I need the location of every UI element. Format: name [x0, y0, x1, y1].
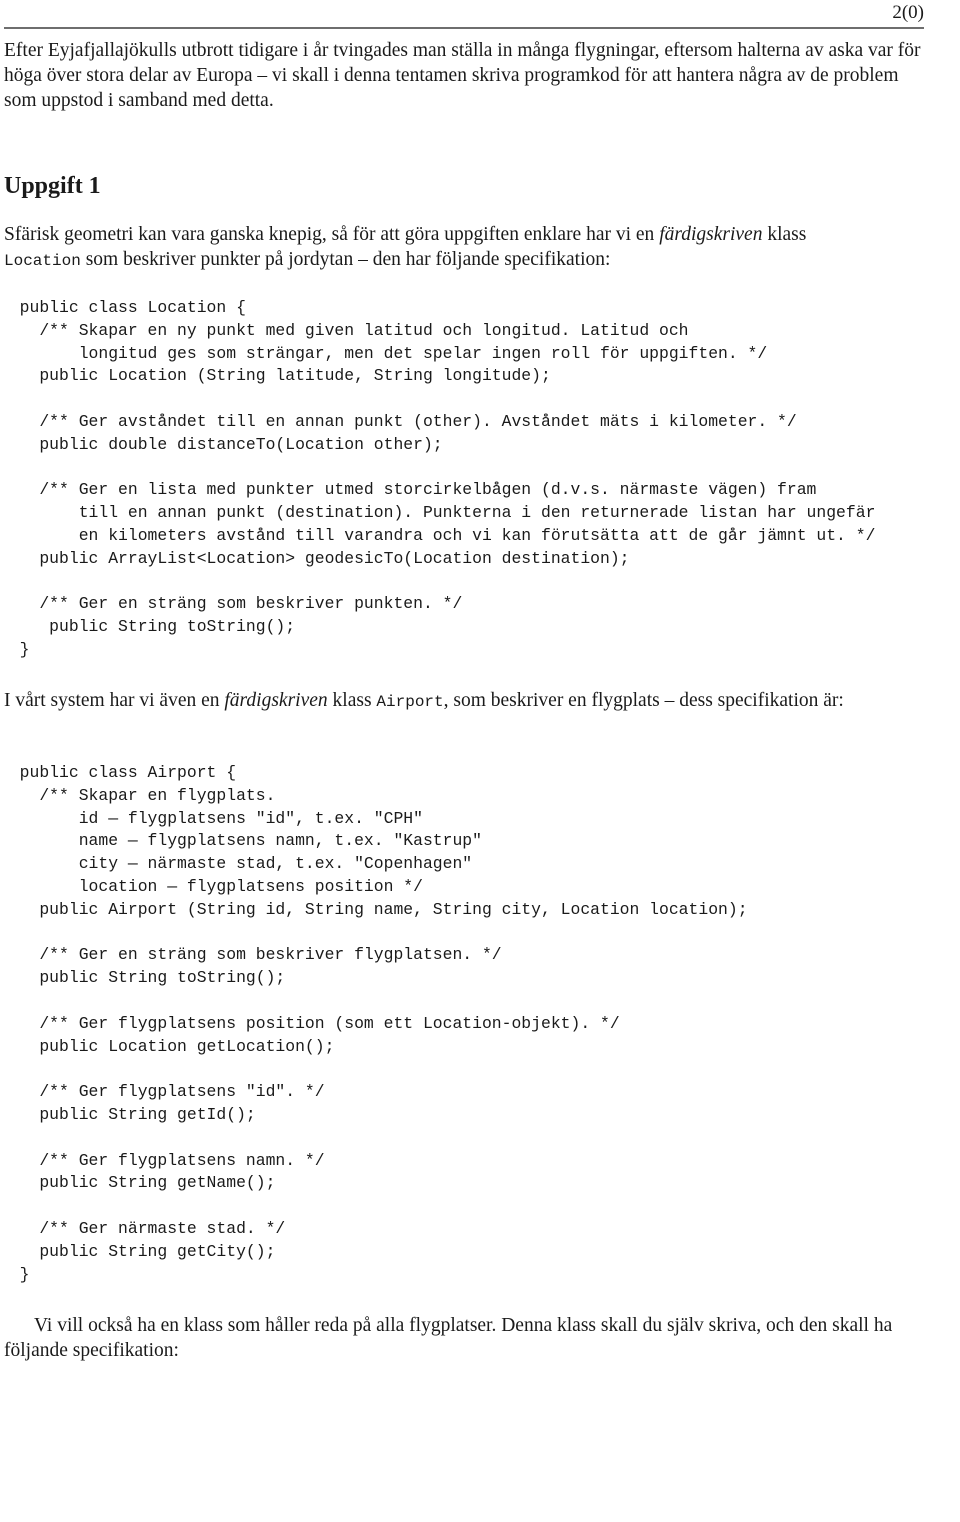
code-line: public String toString();	[0, 968, 286, 988]
text: klass	[762, 224, 807, 245]
code-line: name — flygplatsens namn, t.ex. "Kastrup…	[0, 831, 482, 851]
code-line: }	[0, 1264, 30, 1284]
code-line: public ArrayList<Location> geodesicTo(Lo…	[0, 548, 630, 568]
code-line: /** Ger en sträng som beskriver punkten.…	[0, 594, 463, 614]
code-line: city — närmaste stad, t.ex. "Copenhagen"	[0, 854, 473, 874]
code-line: public Airport (String id, String name, …	[0, 899, 748, 919]
code-line: public String getCity();	[0, 1241, 276, 1261]
emphasis: färdigskriven	[224, 690, 328, 711]
code-line: public Location getLocation();	[0, 1036, 335, 1056]
text: , som beskriver en flygplats – dess spec…	[443, 690, 844, 711]
task-paragraph-2: I vårt system har vi även en färdigskriv…	[4, 688, 924, 715]
emphasis: färdigskriven	[659, 224, 763, 245]
code-line: /** Ger en lista med punkter utmed storc…	[0, 480, 817, 500]
inline-code: Location	[4, 252, 81, 270]
code-line: /** Skapar en flygplats.	[0, 785, 276, 805]
code-line: public String toString();	[0, 617, 296, 637]
code-line: /** Ger närmaste stad. */	[0, 1218, 286, 1238]
code-line: en kilometers avstånd till varandra och …	[0, 525, 876, 545]
task-heading: Uppgift 1	[4, 173, 101, 199]
task-paragraph-3: Vi vill också ha en klass som håller red…	[4, 1315, 893, 1361]
header-rule	[4, 27, 924, 29]
code-line: id — flygplatsens "id", t.ex. "CPH"	[0, 808, 423, 828]
intro-paragraph: Efter Eyjafjallajökulls utbrott tidigare…	[4, 40, 921, 111]
code-line: /** Skapar en ny punkt med given latitud…	[0, 320, 689, 340]
inline-code: Airport	[376, 693, 444, 711]
text: Sfärisk geometri kan vara ganska knepig,…	[4, 224, 660, 245]
code-line: public String getId();	[0, 1104, 256, 1124]
code-line: longitud ges som strängar, men det spela…	[0, 343, 768, 363]
code-line: public class Location {	[0, 298, 246, 317]
code-line: public double distanceTo(Location other)…	[0, 434, 443, 454]
page-number: 2(0)	[892, 2, 924, 23]
text: klass	[327, 690, 377, 711]
code-line: /** Ger en sträng som beskriver flygplat…	[0, 945, 502, 965]
code-line: till en annan punkt (destination). Punkt…	[0, 503, 876, 523]
code-line: public String getName();	[0, 1173, 276, 1193]
text: som beskriver punkter på jordytan – den …	[80, 249, 611, 270]
airport-code-block: public class Airport { /** Skapar en fly…	[0, 762, 960, 1286]
code-line: public class Airport {	[0, 763, 237, 782]
code-line: }	[0, 639, 30, 659]
code-line: /** Ger flygplatsens "id". */	[0, 1082, 325, 1102]
code-line: /** Ger flygplatsens namn. */	[0, 1150, 325, 1170]
code-line: /** Ger avståndet till en annan punkt (o…	[0, 411, 797, 431]
task-paragraph-1: Sfärisk geometri kan vara ganska knepig,…	[4, 222, 924, 274]
text: I vårt system har vi även en	[4, 690, 225, 711]
location-code-block: public class Location { /** Skapar en ny…	[0, 297, 960, 662]
code-line: public Location (String latitude, String…	[0, 366, 551, 386]
code-line: /** Ger flygplatsens position (som ett L…	[0, 1013, 620, 1033]
code-line: location — flygplatsens position */	[0, 876, 423, 896]
